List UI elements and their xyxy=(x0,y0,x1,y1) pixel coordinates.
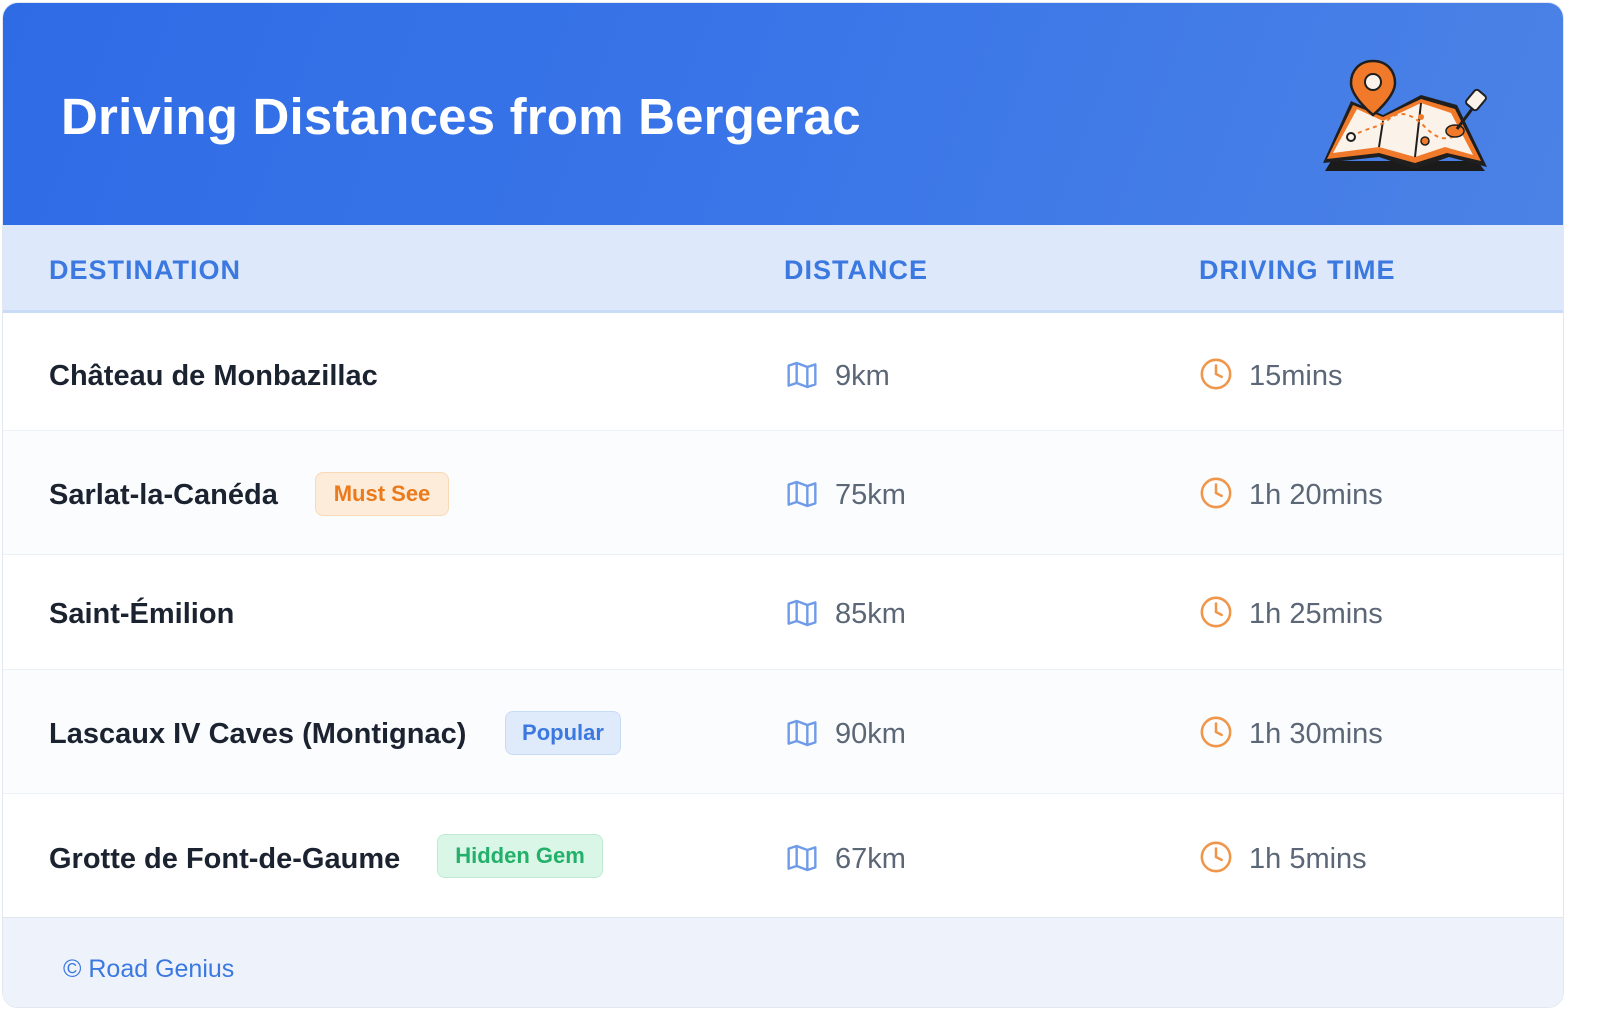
clock-icon xyxy=(1200,358,1232,390)
column-header-destination: DESTINATION xyxy=(49,255,241,285)
distance-card: Driving Distances from Bergerac DESTINAT… xyxy=(2,2,1564,1008)
table-row: Sarlat-la-Canéda Must See 75km 1h 20mins xyxy=(3,431,1563,555)
popular-badge: Popular xyxy=(505,711,621,755)
driving-time-value: 1h 30mins xyxy=(1249,718,1383,750)
distance-value: 9km xyxy=(835,360,890,392)
map-pin-illustration-icon xyxy=(1323,59,1487,171)
map-icon xyxy=(787,599,817,627)
must-see-badge: Must See xyxy=(315,472,449,516)
table-row: Saint-Émilion 85km 1h 25mins xyxy=(3,555,1563,670)
column-header-driving-time: DRIVING TIME xyxy=(1199,255,1396,285)
destination-name: Sarlat-la-Canéda xyxy=(49,479,278,511)
card-header: Driving Distances from Bergerac xyxy=(3,3,1563,225)
table-header: DESTINATION DISTANCE DRIVING TIME xyxy=(3,225,1563,313)
map-icon xyxy=(787,719,817,747)
column-header-distance: DISTANCE xyxy=(784,255,929,285)
destination-name: Grotte de Font-de-Gaume xyxy=(49,843,401,875)
driving-time-value: 15mins xyxy=(1249,360,1343,392)
table-row: Lascaux IV Caves (Montignac) Popular 90k… xyxy=(3,670,1563,794)
driving-time-value: 1h 25mins xyxy=(1249,598,1383,630)
destination-name: Saint-Émilion xyxy=(49,598,235,630)
destination-name: Château de Monbazillac xyxy=(49,360,378,392)
clock-icon xyxy=(1200,596,1232,628)
map-icon xyxy=(787,844,817,872)
destination-name: Lascaux IV Caves (Montignac) xyxy=(49,718,467,750)
footer-credit: © Road Genius xyxy=(63,955,235,983)
driving-time-value: 1h 5mins xyxy=(1249,843,1367,875)
map-icon xyxy=(787,480,817,508)
hidden-gem-badge: Hidden Gem xyxy=(437,834,603,878)
clock-icon xyxy=(1200,477,1232,509)
distance-value: 75km xyxy=(835,479,906,511)
table-row: Château de Monbazillac 9km 15mins xyxy=(3,315,1563,431)
distance-value: 85km xyxy=(835,598,906,630)
distance-value: 90km xyxy=(835,718,906,750)
page-title: Driving Distances from Bergerac xyxy=(61,88,861,145)
driving-time-value: 1h 20mins xyxy=(1249,479,1383,511)
map-icon xyxy=(787,361,817,389)
card-footer: © Road Genius xyxy=(3,917,1563,1007)
table-row: Grotte de Font-de-Gaume Hidden Gem 67km … xyxy=(3,794,1563,917)
clock-icon xyxy=(1200,841,1232,873)
distance-value: 67km xyxy=(835,843,906,875)
clock-icon xyxy=(1200,716,1232,748)
